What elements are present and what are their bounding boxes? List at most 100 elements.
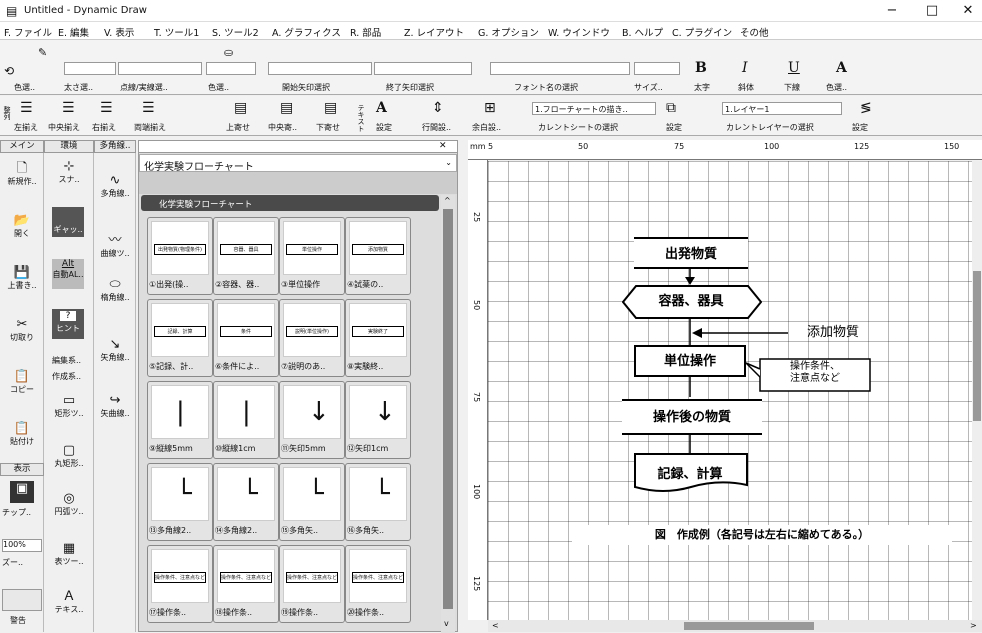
menu-tool1[interactable]: T. ツール1 <box>154 25 199 39</box>
valign-middle-icon[interactable]: ▤ <box>280 100 293 116</box>
italic-icon[interactable]: I <box>742 60 748 76</box>
edit-mode-tab[interactable]: 編集系.. <box>52 355 81 366</box>
new-button[interactable]: 🗋 新規作.. <box>0 161 44 187</box>
rotate-icon[interactable]: ⟲ <box>4 64 14 78</box>
start-arrow-select[interactable]: 開始矢印選択 <box>282 82 330 93</box>
shape-tile[interactable]: 記録、計算 ⑤記録、計.. <box>147 299 213 377</box>
font-size-select[interactable]: サイズ.. <box>634 82 663 93</box>
copy-button[interactable]: 📋 コピー <box>0 369 44 395</box>
underline-icon[interactable]: U <box>788 60 800 76</box>
arrow-curve-tool[interactable]: ↪ 矢曲線.. <box>94 393 136 419</box>
category-header[interactable]: 化学実験フローチャート <box>141 195 439 211</box>
text-color-select[interactable]: 色選.. <box>826 82 847 93</box>
open-button[interactable]: 📂 開く <box>0 213 44 239</box>
sheet-settings-icon[interactable]: ⧉ <box>666 100 676 116</box>
sheet-field[interactable]: 1.フローチャートの描き.. <box>532 102 656 115</box>
canvas-vscroll[interactable] <box>972 161 982 620</box>
menu-options[interactable]: G. オプション <box>478 25 539 39</box>
line-spacing-label[interactable]: 行間設.. <box>422 122 451 133</box>
zoom-label[interactable]: ズー.. <box>2 557 23 568</box>
library-close-icon[interactable]: ✕ <box>439 141 447 151</box>
layer-settings-icon[interactable]: ≶ <box>860 100 872 116</box>
margin-label[interactable]: 余白設.. <box>472 122 501 133</box>
text-style-icon[interactable]: A <box>376 100 387 116</box>
shape-tile[interactable]: 条件 ⑥条件によ.. <box>213 299 279 377</box>
close-button[interactable]: ✕ <box>954 2 982 20</box>
start-arrow-field[interactable] <box>268 62 372 75</box>
ellipse-poly-tool[interactable]: ⬭ 楕角線.. <box>94 277 136 303</box>
library-scroll-thumb[interactable] <box>443 209 453 609</box>
scroll-up-icon[interactable]: ^ <box>444 196 451 205</box>
menu-other[interactable]: その他 <box>740 25 769 39</box>
menu-parts[interactable]: R. 部品 <box>350 25 381 39</box>
layer-select[interactable]: カレントレイヤーの選択 <box>726 122 814 133</box>
tab-polyline[interactable]: 多角線.. <box>94 140 136 153</box>
rounded-rect-tool[interactable]: ▢ 丸矩形.. <box>44 443 94 469</box>
menu-edit[interactable]: E. 編集 <box>58 25 89 39</box>
shape-tile[interactable]: └ ⑬多角線2.. <box>147 463 213 541</box>
tab-env[interactable]: 環境 <box>44 140 94 153</box>
library-scrollbar[interactable]: ^ v <box>441 195 455 633</box>
menu-help[interactable]: B. ヘルプ <box>622 25 663 39</box>
rect-tool[interactable]: ▭ 矩形ツ.. <box>44 393 94 419</box>
shape-tile[interactable]: 実験終了 ⑧実験終.. <box>345 299 411 377</box>
end-arrow-select[interactable]: 終了矢印選択 <box>386 82 434 93</box>
minimize-button[interactable]: − <box>878 2 906 20</box>
gap-tool[interactable]: ギャッ.. <box>52 207 84 237</box>
unit-operation-box[interactable]: 単位操作 <box>634 345 746 377</box>
shape-tile[interactable]: 操作条件、注意点など ⑲操作条.. <box>279 545 345 623</box>
menu-layout[interactable]: Z. レイアウト <box>404 25 464 39</box>
shape-tile[interactable]: 説明(単位操作) ⑦説明のあ.. <box>279 299 345 377</box>
valign-top-icon[interactable]: ▤ <box>234 100 247 116</box>
sheet-set-label[interactable]: 設定 <box>666 122 682 133</box>
cut-button[interactable]: ✂ 切取り <box>0 317 44 343</box>
zoom-field[interactable]: 100% <box>2 539 42 552</box>
align-right-icon[interactable]: ☰ <box>100 100 113 116</box>
font-name-field[interactable] <box>490 62 630 75</box>
scroll-right-icon[interactable]: > <box>970 621 977 630</box>
line-style-select[interactable]: 点線/実線選.. <box>120 82 168 93</box>
paste-button[interactable]: 📋 貼付け <box>0 421 44 447</box>
line-width-select[interactable]: 太さ選.. <box>64 82 93 93</box>
arc-tool[interactable]: ◎ 円弧ツ.. <box>44 491 94 517</box>
line-color-select[interactable]: 色選.. <box>14 82 35 93</box>
after-material-box[interactable]: 操作後の物質 <box>622 399 762 435</box>
save-button[interactable]: 💾 上書き.. <box>0 265 44 291</box>
shape-tile[interactable]: 操作条件、注意点など ⑰操作条.. <box>147 545 213 623</box>
shape-tile[interactable]: 単位操作 ③単位操作 <box>279 217 345 295</box>
shape-tile[interactable]: └ ⑯多角矢.. <box>345 463 411 541</box>
fill-color-select[interactable]: 色選.. <box>208 82 229 93</box>
shape-tile[interactable]: 操作条件、注意点など ⑱操作条.. <box>213 545 279 623</box>
menu-view[interactable]: V. 表示 <box>104 25 134 39</box>
text-tool[interactable]: Ａ テキス.. <box>44 589 94 615</box>
tab-main[interactable]: メイン <box>0 140 44 153</box>
sheet-select[interactable]: カレントシートの選択 <box>538 122 618 133</box>
font-name-select[interactable]: フォント名の選択 <box>514 82 578 93</box>
shape-tile[interactable]: └ ⑭多角線2.. <box>213 463 279 541</box>
align-left-icon[interactable]: ☰ <box>20 100 33 116</box>
curve-tool[interactable]: 〰曲線ツ.. <box>94 233 136 259</box>
line-width-field[interactable] <box>64 62 116 75</box>
scroll-down-icon[interactable]: v <box>444 619 449 628</box>
align-center-icon[interactable]: ☰ <box>62 100 75 116</box>
valign-bottom-icon[interactable]: ▤ <box>324 100 337 116</box>
text-set-label[interactable]: 設定 <box>376 122 392 133</box>
menu-window[interactable]: W. ウインドウ <box>548 25 610 39</box>
shape-tile[interactable]: 出発物質(物理条件) ①出発(操.. <box>147 217 213 295</box>
hint-tool[interactable]: ? ヒント <box>52 309 84 339</box>
tab-view[interactable]: 表示 <box>0 463 44 476</box>
layer-set-label[interactable]: 設定 <box>852 122 868 133</box>
menu-tool2[interactable]: S. ツール2 <box>212 25 259 39</box>
scroll-left-icon[interactable]: < <box>492 621 499 630</box>
arrow-poly-tool[interactable]: ↘ 矢角線.. <box>94 337 136 363</box>
line-spacing-icon[interactable]: ⇕ <box>432 100 444 116</box>
panel-divider[interactable] <box>460 140 468 632</box>
create-mode-tab[interactable]: 作成系.. <box>52 371 81 382</box>
start-material-box[interactable]: 出発物質 <box>634 237 748 269</box>
bold-icon[interactable]: B <box>695 60 707 76</box>
shape-tile[interactable]: ↓ ⑪矢印5mm <box>279 381 345 459</box>
fill-color-field[interactable] <box>206 62 256 75</box>
layer-field[interactable]: 1.レイヤー1 <box>722 102 842 115</box>
margin-icon[interactable]: ⊞ <box>484 100 496 116</box>
shape-tile[interactable]: 添加物質 ④試薬の.. <box>345 217 411 295</box>
